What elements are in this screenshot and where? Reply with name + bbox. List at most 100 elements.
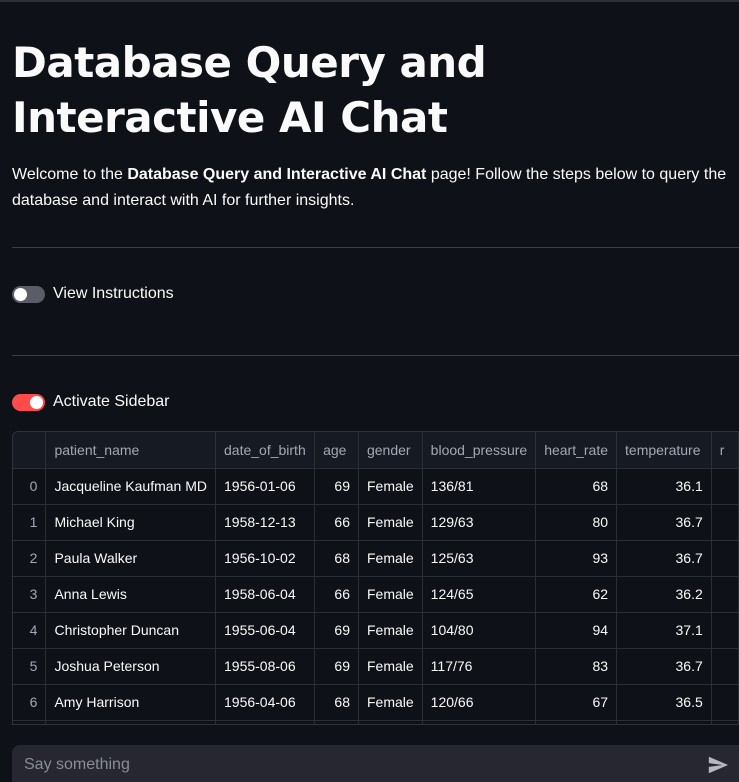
table-cell[interactable]: 104/80 <box>422 612 537 649</box>
table-cell[interactable] <box>45 720 216 724</box>
table-cell[interactable]: 36.5 <box>616 684 712 721</box>
table-cell[interactable] <box>314 720 359 724</box>
chat-input-bar <box>12 745 739 782</box>
table-cell[interactable]: 68 <box>314 684 359 721</box>
table-cell[interactable] <box>535 720 618 724</box>
view-instructions-toggle[interactable] <box>12 285 45 303</box>
row-index-cell[interactable]: 4 <box>13 612 47 649</box>
row-index-cell[interactable]: 3 <box>13 576 47 613</box>
table-row[interactable]: 4 Christopher Duncan 1955-06-04 69 Female 104… <box>13 612 739 649</box>
table-cell[interactable]: 1956-01-06 <box>215 468 316 505</box>
table-cell[interactable]: 66 <box>314 504 359 541</box>
patient-table: patient_name date_of_birth age gender blood_… <box>13 432 739 724</box>
table-row[interactable] <box>13 720 739 724</box>
table-cell[interactable]: 1956-10-02 <box>215 540 316 577</box>
table-cell[interactable] <box>711 468 739 505</box>
chat-input[interactable] <box>22 754 707 775</box>
table-cell[interactable]: 69 <box>314 648 359 685</box>
send-icon[interactable] <box>707 754 729 776</box>
table-cell[interactable]: 124/65 <box>422 576 537 613</box>
activate-sidebar-toggle[interactable] <box>12 393 45 411</box>
table-cell[interactable]: 36.7 <box>616 648 712 685</box>
table-cell[interactable]: 68 <box>535 468 618 505</box>
table-cell[interactable]: Female <box>358 540 423 577</box>
table-cell[interactable]: Michael King <box>45 504 216 541</box>
table-cell[interactable] <box>711 612 739 649</box>
patient-dataframe[interactable]: patient_name date_of_birth age gender blood_… <box>12 431 739 725</box>
table-cell[interactable]: 1956-04-06 <box>215 684 316 721</box>
table-row[interactable]: 3 Anna Lewis 1958-06-04 66 Female 124/65 62 36.… <box>13 576 739 613</box>
table-cell[interactable]: 117/76 <box>422 648 537 685</box>
column-header-age[interactable]: age <box>314 432 359 469</box>
table-cell[interactable]: 125/63 <box>422 540 537 577</box>
column-header-gender[interactable]: gender <box>358 432 423 469</box>
table-cell[interactable] <box>711 684 739 721</box>
table-cell[interactable] <box>711 720 739 724</box>
table-cell[interactable]: 136/81 <box>422 468 537 505</box>
toggle-knob <box>14 287 27 301</box>
table-cell[interactable]: 1955-06-04 <box>215 612 316 649</box>
view-instructions-toggle-row[interactable]: View Instructions <box>12 282 174 306</box>
table-cell[interactable] <box>711 540 739 577</box>
table-cell[interactable] <box>358 720 423 724</box>
table-row[interactable]: 0 Jacqueline Kaufman MD 1956-01-06 69 Female… <box>13 468 739 505</box>
table-cell[interactable]: 36.7 <box>616 504 712 541</box>
table-cell[interactable]: 36.1 <box>616 468 712 505</box>
table-cell[interactable]: Female <box>358 468 423 505</box>
table-cell[interactable]: 129/63 <box>422 504 537 541</box>
row-index-cell[interactable]: 1 <box>13 504 47 541</box>
table-cell[interactable]: Joshua Peterson <box>45 648 216 685</box>
table-cell[interactable]: 93 <box>535 540 618 577</box>
table-cell[interactable]: 69 <box>314 468 359 505</box>
table-cell[interactable]: 120/66 <box>422 684 537 721</box>
table-cell[interactable]: Anna Lewis <box>45 576 216 613</box>
table-row[interactable]: 2 Paula Walker 1956-10-02 68 Female 125/63 93 3… <box>13 540 739 577</box>
column-header-patient_name[interactable]: patient_name <box>45 432 216 469</box>
table-cell[interactable]: 36.2 <box>616 576 712 613</box>
table-cell[interactable]: 66 <box>314 576 359 613</box>
table-cell[interactable] <box>711 648 739 685</box>
table-cell[interactable]: Female <box>358 684 423 721</box>
table-cell[interactable]: 1958-06-04 <box>215 576 316 613</box>
table-row[interactable]: 5 Joshua Peterson 1955-08-06 69 Female 117/76… <box>13 648 739 685</box>
activate-sidebar-toggle-row[interactable]: Activate Sidebar <box>12 390 170 414</box>
table-cell[interactable]: 1958-12-13 <box>215 504 316 541</box>
table-cell[interactable]: Jacqueline Kaufman MD <box>45 468 216 505</box>
table-cell[interactable]: Female <box>358 648 423 685</box>
table-cell[interactable]: 37.1 <box>616 612 712 649</box>
row-index-cell[interactable]: 0 <box>13 468 47 505</box>
table-cell[interactable] <box>616 720 712 724</box>
page-title: Database Query and Interactive AI Chat <box>12 38 487 142</box>
table-cell[interactable]: Female <box>358 612 423 649</box>
column-header-heart_rate[interactable]: heart_rate <box>535 432 618 469</box>
table-cell[interactable]: Christopher Duncan <box>45 612 216 649</box>
row-index-cell[interactable] <box>13 720 47 724</box>
table-cell[interactable]: Female <box>358 576 423 613</box>
table-cell[interactable]: 94 <box>535 612 618 649</box>
table-cell[interactable]: 36.7 <box>616 540 712 577</box>
table-cell[interactable]: 62 <box>535 576 618 613</box>
table-row[interactable]: 1 Michael King 1958-12-13 66 Female 129/63 80 3… <box>13 504 739 541</box>
table-cell[interactable]: 80 <box>535 504 618 541</box>
table-cell[interactable] <box>215 720 316 724</box>
table-cell[interactable] <box>422 720 537 724</box>
table-cell[interactable]: Amy Harrison <box>45 684 216 721</box>
table-cell[interactable] <box>711 504 739 541</box>
column-header-temperature[interactable]: temperature <box>616 432 712 469</box>
table-cell[interactable]: 68 <box>314 540 359 577</box>
column-header-date_of_birth[interactable]: date_of_birth <box>215 432 316 469</box>
table-cell[interactable]: 1955-08-06 <box>215 648 316 685</box>
index-column-header[interactable] <box>13 432 47 469</box>
table-cell[interactable]: Female <box>358 504 423 541</box>
column-header-blood_pressure[interactable]: blood_pressure <box>422 432 537 469</box>
row-index-cell[interactable]: 6 <box>13 684 47 721</box>
table-cell[interactable]: 83 <box>535 648 618 685</box>
table-cell[interactable]: 67 <box>535 684 618 721</box>
row-index-cell[interactable]: 2 <box>13 540 47 577</box>
column-header-r[interactable]: r <box>711 432 739 469</box>
table-row[interactable]: 6 Amy Harrison 1956-04-06 68 Female 120/66 67 3… <box>13 684 739 721</box>
row-index-cell[interactable]: 5 <box>13 648 47 685</box>
table-cell[interactable] <box>711 576 739 613</box>
table-cell[interactable]: Paula Walker <box>45 540 216 577</box>
table-cell[interactable]: 69 <box>314 612 359 649</box>
